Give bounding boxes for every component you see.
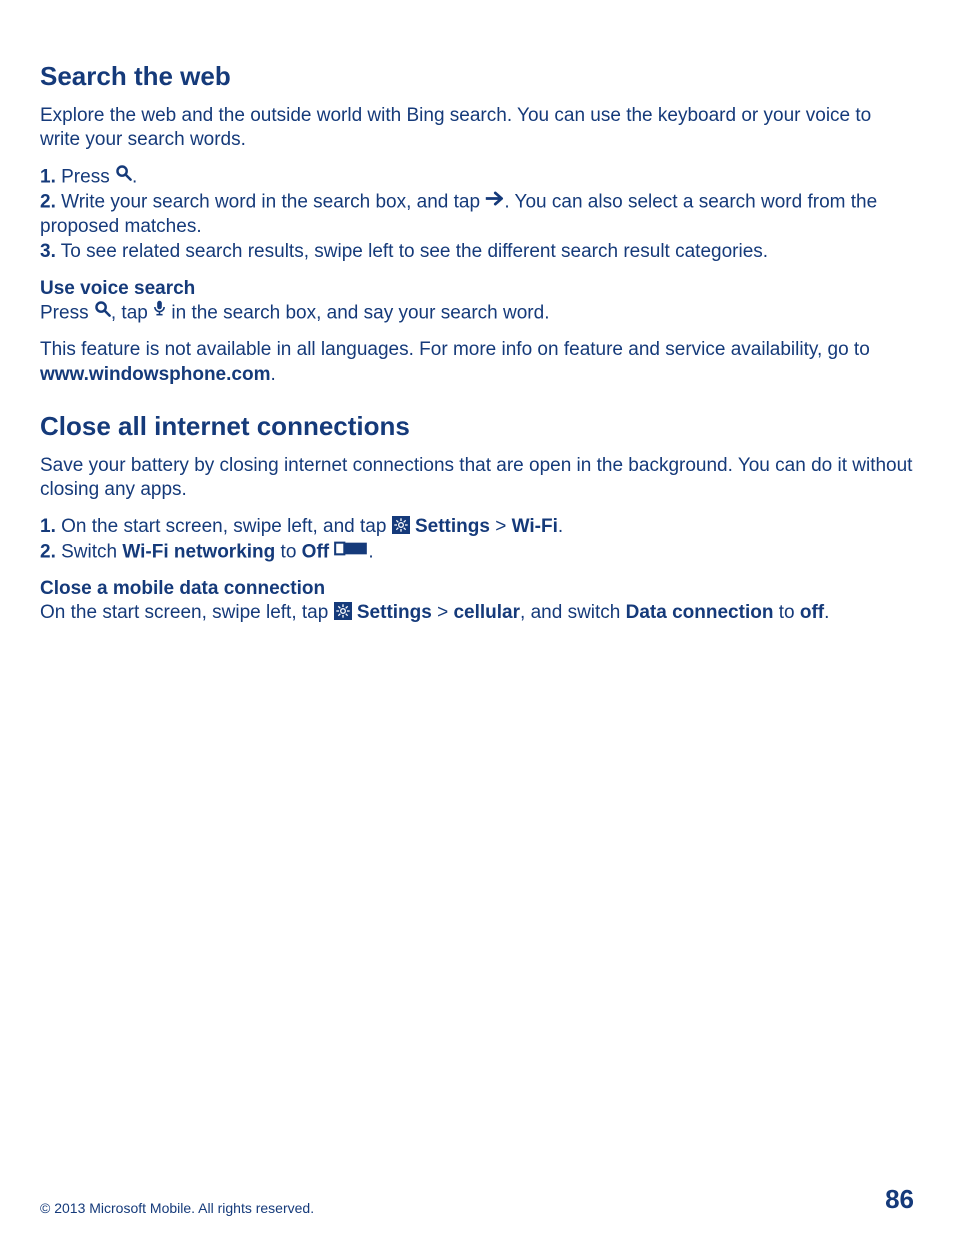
sub-heading-voice: Use voice search: [40, 277, 914, 302]
mobile-text: , and switch: [520, 602, 626, 623]
voice-text: Press: [40, 303, 94, 324]
mobile-text: to: [773, 602, 799, 623]
voice-text: , tap: [111, 303, 153, 324]
avail-text: This feature is not available in all lan…: [40, 339, 870, 360]
step-text: .: [368, 541, 373, 562]
link-windowsphone[interactable]: www.windowsphone.com: [40, 364, 270, 385]
mobile-text: On the start screen, swipe left, tap: [40, 602, 334, 623]
wifi-label: Wi-Fi: [512, 516, 558, 537]
step-number: 1.: [40, 516, 56, 537]
steps-search: 1. Press . 2. Write your search word in …: [40, 165, 914, 264]
step-text: Write your search word in the search box…: [56, 192, 485, 213]
data-connection-label: Data connection: [626, 602, 774, 623]
step-number: 3.: [40, 241, 56, 262]
arrow-right-icon: [485, 189, 504, 214]
microphone-icon: [153, 300, 166, 325]
step-text: Press: [56, 167, 115, 188]
settings-icon: [334, 602, 352, 620]
steps-close: 1. On the start screen, swipe left, and …: [40, 515, 914, 565]
voice-search-block: Use voice search Press , tap in the sear…: [40, 277, 914, 327]
intro-search: Explore the web and the outside world wi…: [40, 104, 914, 153]
settings-label: Settings: [357, 602, 432, 623]
page-footer: © 2013 Microsoft Mobile. All rights rese…: [40, 1183, 914, 1217]
settings-label: Settings: [415, 516, 490, 537]
step-number: 1.: [40, 167, 56, 188]
voice-text: in the search box, and say your search w…: [166, 303, 549, 324]
step-text: Switch: [56, 541, 123, 562]
step-text: To see related search results, swipe lef…: [56, 241, 768, 262]
step-text: On the start screen, swipe left, and tap: [56, 516, 392, 537]
search-icon: [94, 300, 111, 325]
sub-heading-mobile-data: Close a mobile data connection: [40, 577, 914, 602]
availability-note: This feature is not available in all lan…: [40, 338, 914, 387]
intro-close: Save your battery by closing internet co…: [40, 454, 914, 503]
step-number: 2.: [40, 192, 56, 213]
mobile-text: .: [824, 602, 829, 623]
settings-icon: [392, 516, 410, 534]
step-number: 2.: [40, 541, 56, 562]
toggle-off-icon: [334, 539, 368, 564]
heading-search-web: Search the web: [40, 60, 914, 94]
wifi-networking-label: Wi-Fi networking: [122, 541, 275, 562]
step-text: to: [275, 541, 301, 562]
mobile-data-block: Close a mobile data connection On the st…: [40, 577, 914, 626]
heading-close-connections: Close all internet connections: [40, 410, 914, 444]
search-icon: [115, 164, 132, 189]
avail-text: .: [270, 364, 275, 385]
page-number: 86: [885, 1183, 914, 1217]
separator: >: [432, 602, 454, 623]
step-text: .: [558, 516, 563, 537]
off-label: off: [800, 602, 824, 623]
cellular-label: cellular: [453, 602, 520, 623]
separator: >: [490, 516, 512, 537]
step-text: .: [132, 167, 137, 188]
copyright-text: © 2013 Microsoft Mobile. All rights rese…: [40, 1199, 314, 1217]
off-label: Off: [302, 541, 329, 562]
